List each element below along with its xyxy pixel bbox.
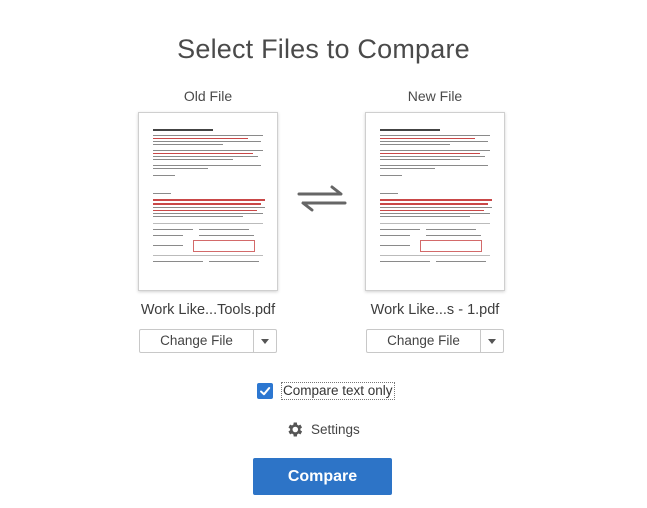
old-file-panel: Old File Work Like...Tools.pdf Change Fi… xyxy=(133,88,283,353)
settings-button[interactable]: Settings xyxy=(285,419,360,439)
new-file-name: Work Like...s - 1.pdf xyxy=(370,302,500,318)
old-file-name: Work Like...Tools.pdf xyxy=(140,302,276,318)
new-change-file-button[interactable]: Change File xyxy=(367,330,481,352)
settings-label: Settings xyxy=(311,421,360,437)
old-change-file-button[interactable]: Change File xyxy=(140,330,254,352)
compare-button[interactable]: Compare xyxy=(253,458,392,495)
new-file-panel: New File Work Like...s - 1.pdf Change Fi… xyxy=(360,88,510,353)
old-change-file-dropdown[interactable] xyxy=(254,330,276,352)
new-file-page-preview xyxy=(376,123,494,280)
new-change-file-button-group: Change File xyxy=(366,329,504,353)
chevron-down-icon xyxy=(261,338,269,344)
old-file-thumbnail[interactable] xyxy=(138,112,278,291)
new-file-thumbnail[interactable] xyxy=(365,112,505,291)
page-title: Select Files to Compare xyxy=(177,34,470,64)
compare-text-only-option: Compare text only xyxy=(257,382,395,400)
old-file-label: Old File xyxy=(183,88,233,104)
new-file-label: New File xyxy=(407,88,463,104)
chevron-down-icon xyxy=(488,338,496,344)
checkmark-icon xyxy=(260,387,271,396)
old-file-page-preview xyxy=(149,123,267,280)
new-change-file-dropdown[interactable] xyxy=(481,330,503,352)
swap-arrows-icon[interactable] xyxy=(296,183,348,213)
compare-text-only-label[interactable]: Compare text only xyxy=(281,382,395,400)
compare-text-only-checkbox[interactable] xyxy=(257,383,273,399)
gear-icon xyxy=(288,422,303,436)
old-change-file-button-group: Change File xyxy=(139,329,277,353)
